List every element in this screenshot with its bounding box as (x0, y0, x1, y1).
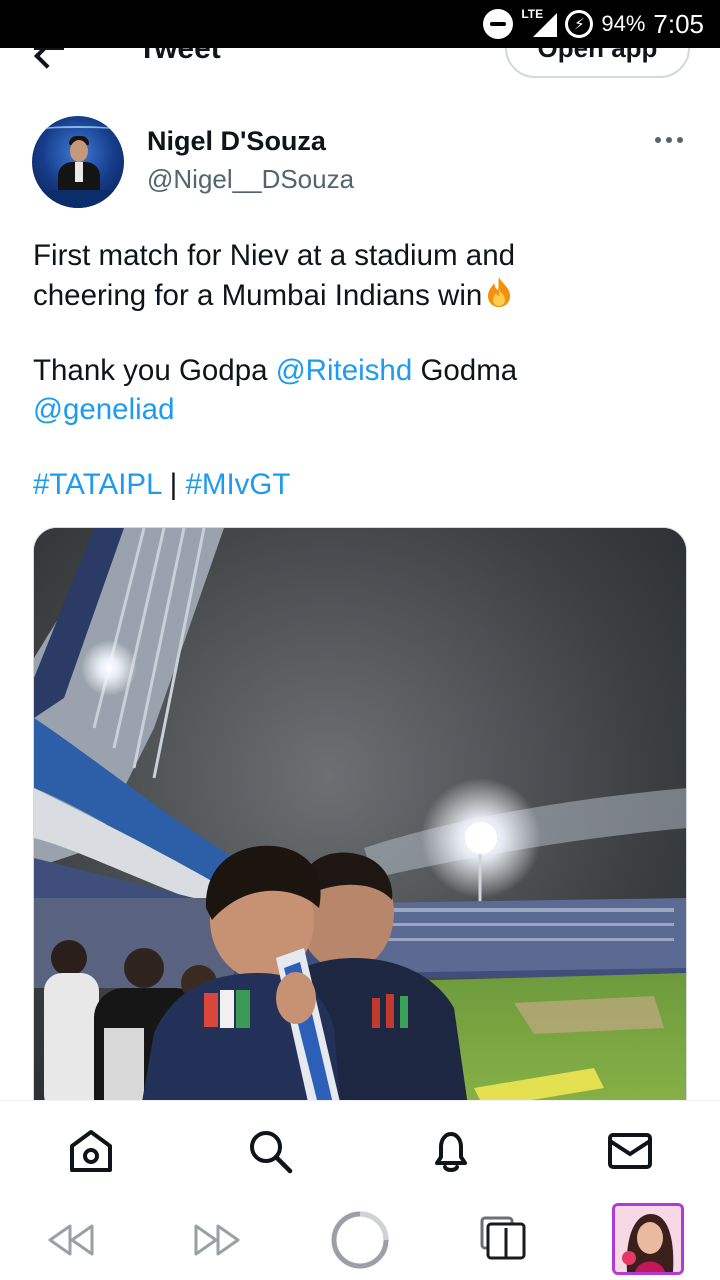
tweet-line: cheering for a Mumbai Indians win (33, 275, 693, 315)
tweet-photo[interactable] (33, 527, 687, 1147)
hashtag-link[interactable]: #TATAIPL (33, 468, 161, 501)
search-icon[interactable] (246, 1127, 294, 1175)
tweet-line: Thank you Godpa @Riteishd Godma (33, 351, 693, 390)
rewind-icon[interactable] (46, 1220, 96, 1260)
tweet-line: @geneliad (33, 390, 693, 429)
tabs-icon[interactable] (480, 1216, 526, 1260)
status-bar: LTE ⚡ 94% 7:05 (0, 0, 720, 48)
bottom-navigation (0, 1100, 720, 1198)
mention-link[interactable]: @geneliad (33, 393, 175, 426)
do-not-disturb-icon (483, 9, 514, 39)
battery-charging-icon: ⚡ (565, 10, 594, 38)
mail-icon[interactable] (606, 1127, 654, 1175)
mention-link[interactable]: @Riteishd (276, 354, 413, 387)
tweet-text: First match for Niev at a stadium and ch… (33, 236, 693, 504)
tweet-line: #TATAIPL | #MIvGT (33, 465, 693, 504)
fire-emoji-icon (488, 277, 511, 307)
thanks-text: Godma (412, 354, 518, 387)
author-avatar[interactable] (32, 116, 124, 208)
fast-forward-icon[interactable] (192, 1220, 242, 1260)
profile-thumbnail[interactable] (612, 1203, 684, 1275)
battery-percent: 94% (601, 11, 646, 36)
tweet-line: First match for Niev at a stadium and (33, 239, 516, 272)
more-options-icon[interactable] (655, 133, 685, 147)
author-handle[interactable]: @Nigel__DSouza (147, 164, 354, 195)
signal-icon: LTE (521, 7, 558, 39)
home-icon[interactable] (67, 1127, 115, 1175)
thanks-text: Thank you Godpa (33, 354, 276, 387)
clock: 7:05 (653, 8, 704, 39)
stadium-selfie-image (34, 528, 686, 1146)
system-navigation-bar (0, 1198, 720, 1280)
hashtag-separator: | (161, 468, 186, 501)
bell-icon[interactable] (427, 1127, 475, 1175)
profile-photo-image (615, 1206, 681, 1272)
home-circle-icon[interactable] (330, 1210, 390, 1270)
author-name[interactable]: Nigel D'Souza (147, 126, 326, 157)
tweet-line-text: cheering for a Mumbai Indians win (33, 279, 483, 312)
hashtag-link[interactable]: #MIvGT (185, 468, 290, 501)
